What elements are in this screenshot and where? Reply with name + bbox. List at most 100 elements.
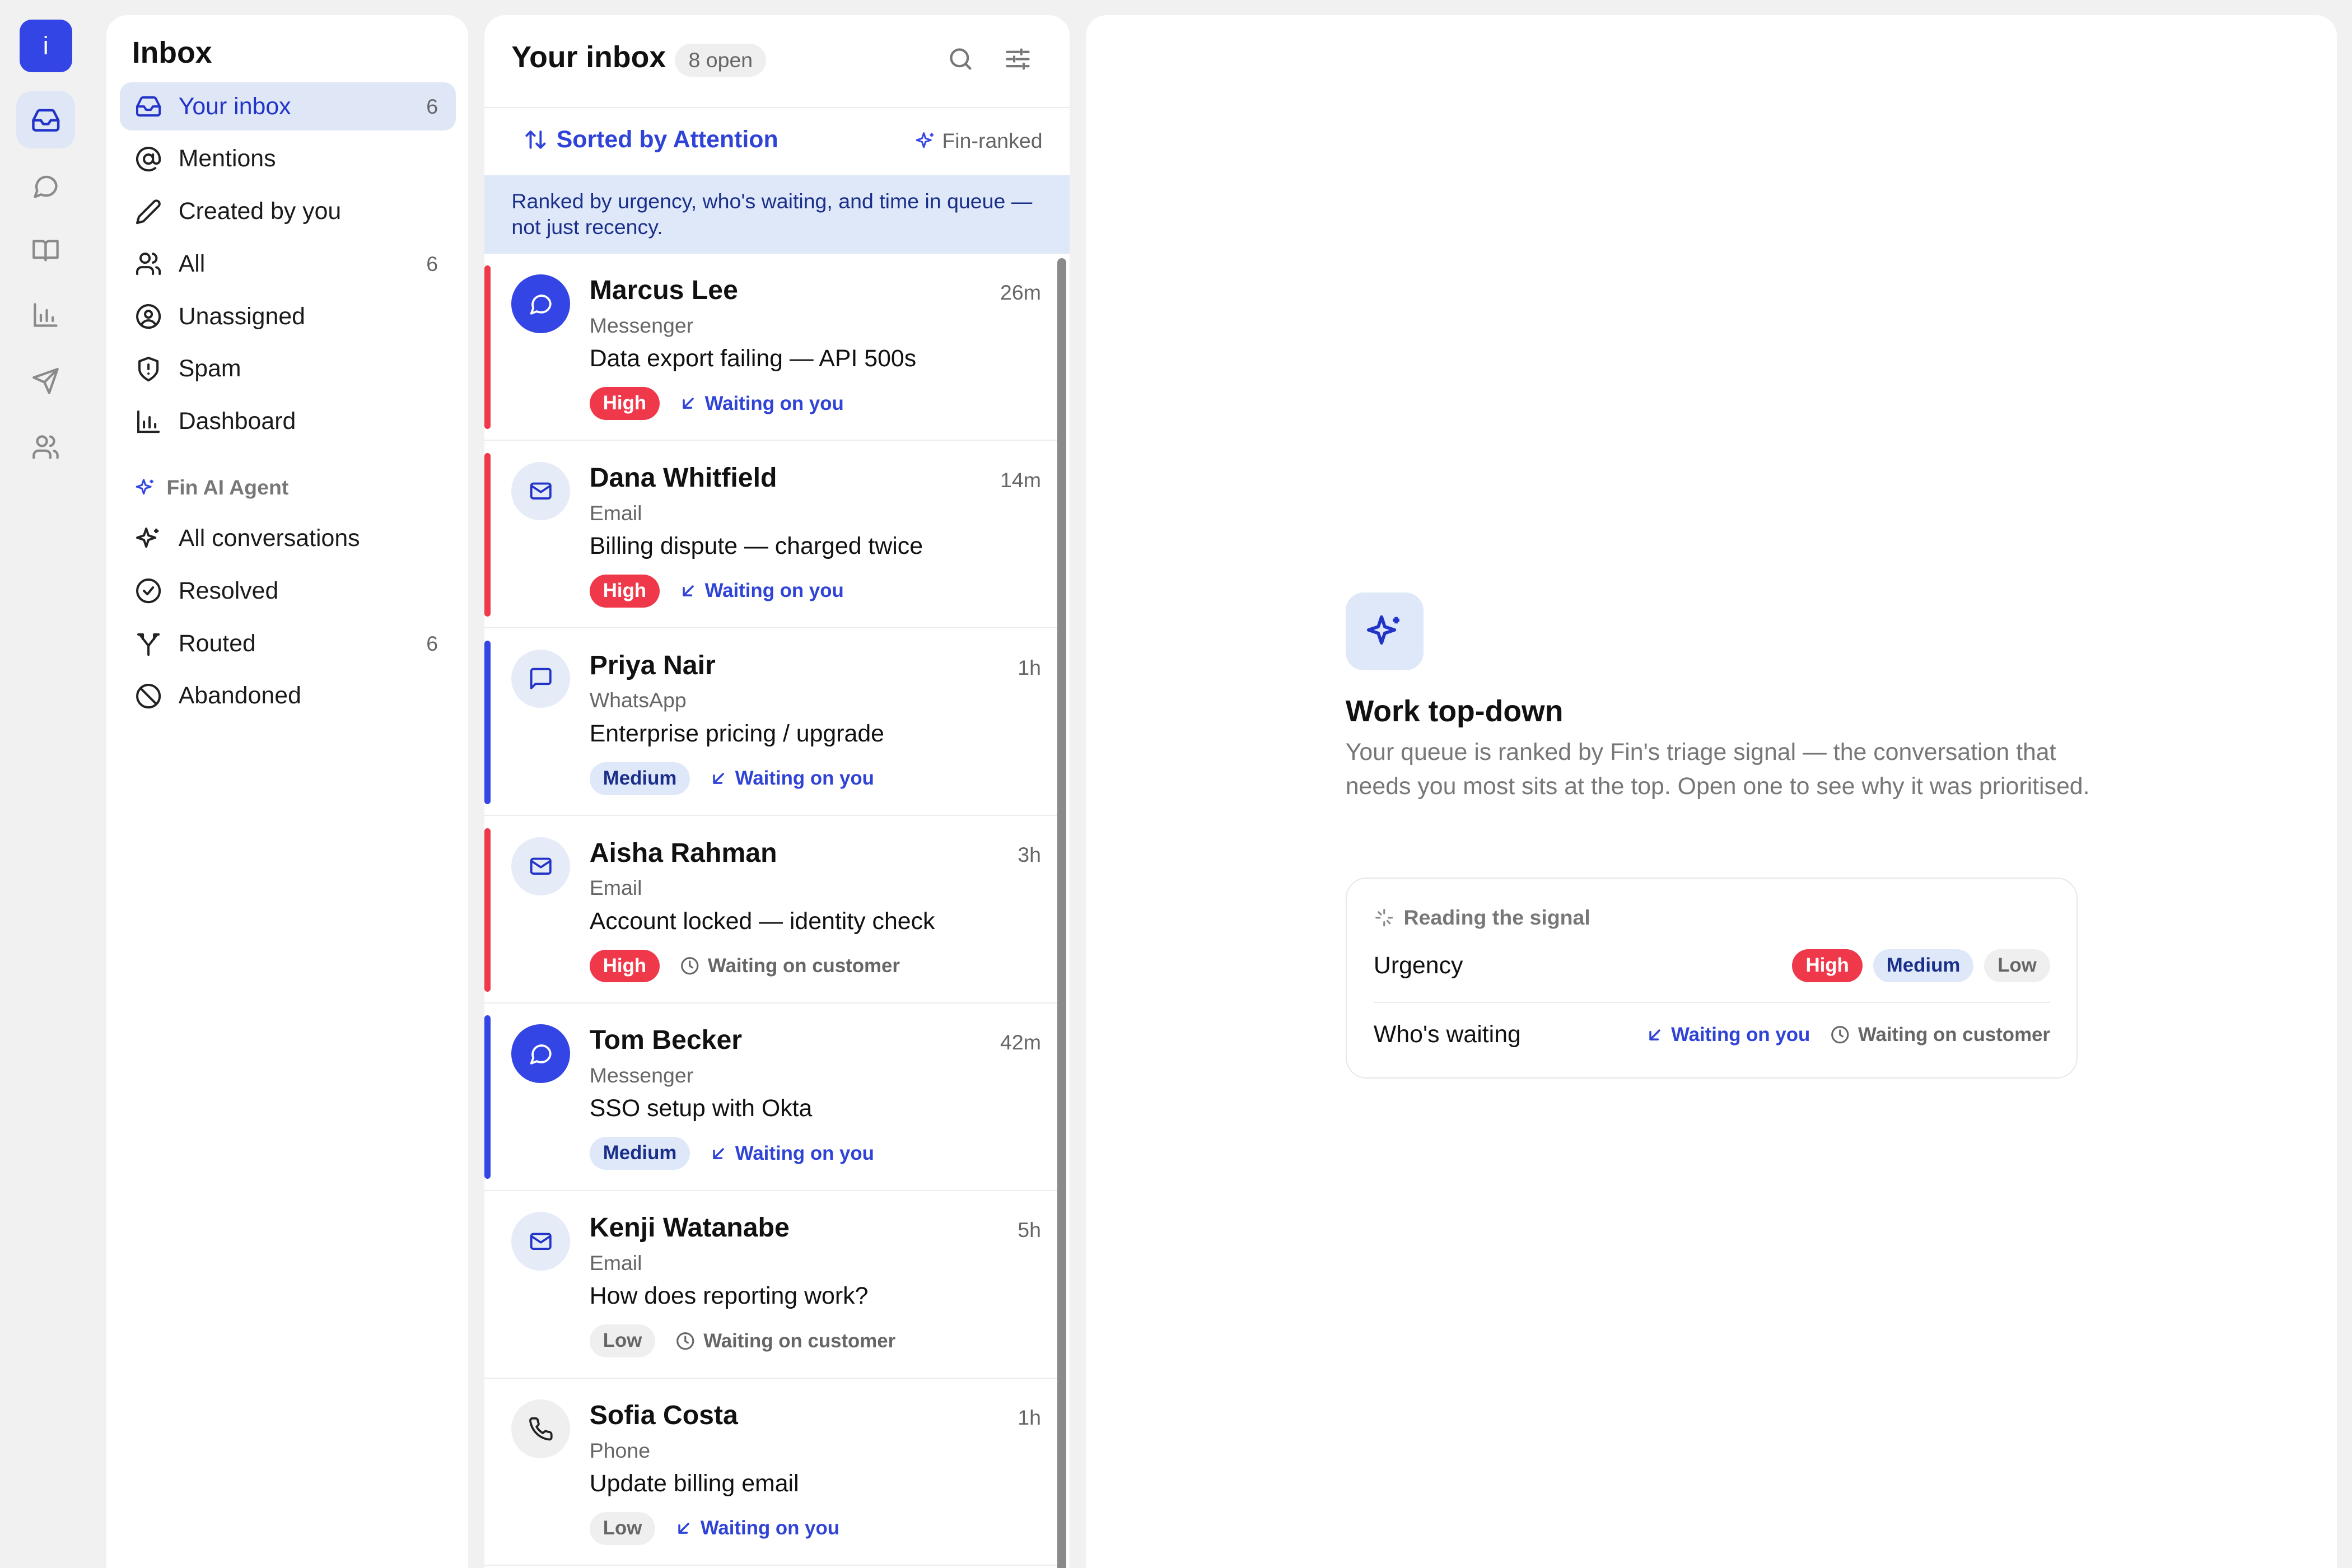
channel-avatar <box>511 1212 570 1271</box>
nav-item-label: Spam <box>178 355 241 382</box>
waiting-row-label: Who's waiting <box>1373 1021 1521 1048</box>
contact-name: Kenji Watanabe <box>589 1212 790 1243</box>
conversation-row[interactable]: Kenji Watanabe 5h Email How does reporti… <box>484 1191 1058 1379</box>
nav-item-all-conversations[interactable]: All conversations <box>120 515 456 563</box>
channel-avatar <box>511 1024 570 1083</box>
nav-item-label: All <box>178 250 206 277</box>
arrow-down-left-icon <box>678 1523 690 1534</box>
nav-item-label: Abandoned <box>178 682 301 710</box>
nav-item-count: 6 <box>426 94 438 118</box>
search-button[interactable] <box>946 45 975 73</box>
conversation-row[interactable]: Marcus Lee 26m Messenger Data export fai… <box>484 254 1058 441</box>
open-count-badge: 8 open <box>675 43 767 77</box>
sort-label: Sorted by Attention <box>556 125 778 153</box>
nav-section-label: Fin AI Agent <box>166 475 289 500</box>
signal-card-heading-label: Reading the signal <box>1403 906 1590 930</box>
nav-item-label: Your inbox <box>178 92 291 120</box>
rail-reports-button[interactable] <box>16 287 74 344</box>
nav-item-abandoned[interactable]: Abandoned <box>120 672 456 720</box>
fin-ranked-indicator: Fin-ranked <box>915 129 1043 153</box>
priority-badge: High <box>589 387 660 420</box>
clock-icon <box>676 1332 694 1350</box>
conversation-row[interactable]: Tom Becker 42m Messenger SSO setup with … <box>484 1004 1058 1191</box>
conversation-subject: Update billing email <box>589 1470 799 1497</box>
waiting-on-customer-label: Waiting on customer <box>1858 1023 2050 1046</box>
conversation-row[interactable]: Sofia Costa 1h Phone Update billing emai… <box>484 1379 1058 1566</box>
nav-item-label: Resolved <box>178 577 279 604</box>
rail-contacts-button[interactable] <box>16 418 74 475</box>
conversation-row[interactable]: Aisha Rahman 3h Email Account locked — i… <box>484 816 1058 1004</box>
waiting-label: Waiting on you <box>700 1517 839 1539</box>
sliders-icon <box>1006 48 1030 70</box>
conversation-subject: How does reporting work? <box>589 1282 869 1310</box>
priority-badge: Medium <box>589 1137 690 1170</box>
conversation-row[interactable]: Priya Nair 1h WhatsApp Enterprise pricin… <box>484 628 1058 816</box>
waiting-status: Waiting on you <box>679 580 844 602</box>
nav-item-all[interactable]: All 6 <box>120 240 456 288</box>
ranking-info-banner: Ranked by urgency, who's waiting, and ti… <box>484 175 1070 254</box>
channel-label: Phone <box>589 1438 651 1462</box>
nav-item-dashboard[interactable]: Dashboard <box>120 398 456 446</box>
empty-state-icon <box>1345 592 1424 671</box>
arrow-down-left-icon <box>713 773 725 784</box>
channel-label: Messenger <box>589 1063 694 1088</box>
channel-label: Email <box>589 1250 642 1275</box>
rail-outbound-button[interactable] <box>16 352 74 409</box>
workspace-logo[interactable]: i <box>19 19 72 72</box>
nav-item-routed[interactable]: Routed 6 <box>120 619 456 668</box>
nav-item-unassigned[interactable]: Unassigned <box>120 292 456 340</box>
inbox-icon <box>136 96 161 117</box>
book-icon <box>32 240 59 262</box>
channel-label: Messenger <box>589 313 694 337</box>
search-icon <box>950 48 972 70</box>
clock-icon <box>681 957 699 975</box>
contact-name: Tom Becker <box>589 1025 743 1056</box>
ban-icon <box>136 683 161 708</box>
conversation-subject: Account locked — identity check <box>589 907 935 935</box>
card-divider <box>1373 1001 2050 1004</box>
rail-inbox-button[interactable] <box>16 91 75 149</box>
conversation-age: 5h <box>1018 1218 1041 1242</box>
conversation-subject: Data export failing — API 500s <box>589 345 917 372</box>
arrow-down-left-icon <box>683 398 694 409</box>
priority-bar <box>484 265 491 430</box>
rail-chat-button[interactable] <box>16 157 74 214</box>
contact-name: Dana Whitfield <box>589 462 777 493</box>
waiting-status: Waiting on you <box>679 393 844 415</box>
channel-label: WhatsApp <box>589 688 687 712</box>
priority-bar <box>484 828 491 992</box>
mail-icon <box>530 1233 552 1250</box>
chat-icon <box>530 294 552 315</box>
waiting-status: Waiting on you <box>710 767 874 790</box>
sort-button[interactable]: Sorted by Attention <box>524 126 778 153</box>
phone-icon <box>529 1417 553 1441</box>
urgency-row: Urgency High Medium Low <box>1374 949 2050 982</box>
channel-avatar <box>511 461 570 521</box>
waiting-status: Waiting on customer <box>675 1330 895 1352</box>
arrow-down-left-icon <box>683 585 694 597</box>
route-icon <box>137 633 160 656</box>
channel-avatar <box>511 1399 570 1458</box>
waiting-status: Waiting on customer <box>679 955 900 977</box>
nav-item-spam[interactable]: Spam <box>120 345 456 393</box>
conversation-tags: High Waiting on customer <box>589 949 900 983</box>
conversation-age: 1h <box>1018 655 1041 679</box>
nav-item-resolved[interactable]: Resolved <box>120 567 456 615</box>
filter-button[interactable] <box>1004 45 1032 73</box>
nav-item-mentions[interactable]: Mentions <box>120 135 456 183</box>
conversation-row[interactable]: Dana Whitfield 14m Email Billing dispute… <box>484 441 1058 629</box>
conversation-list-panel: Your inbox 8 open Sorted by Attention Fi… <box>484 15 1070 1568</box>
nav-item-created-by-you[interactable]: Created by you <box>120 188 456 236</box>
sort-bar: Sorted by Attention Fin-ranked <box>484 108 1070 176</box>
nav-item-count: 6 <box>426 251 438 276</box>
list-scrollbar[interactable] <box>1057 258 1067 1568</box>
empty-state-description: Your queue is ranked by Fin's triage sig… <box>1345 738 2090 800</box>
rail-knowledge-button[interactable] <box>16 222 74 279</box>
conversation-age: 14m <box>1000 468 1041 492</box>
sparkles-icon <box>916 132 934 148</box>
nav-item-your-inbox[interactable]: Your inbox 6 <box>120 82 456 131</box>
priority-badge: High <box>589 574 660 608</box>
waiting-label: Waiting on you <box>735 1142 874 1164</box>
chart-icon <box>34 303 58 327</box>
chart-icon <box>137 410 160 433</box>
